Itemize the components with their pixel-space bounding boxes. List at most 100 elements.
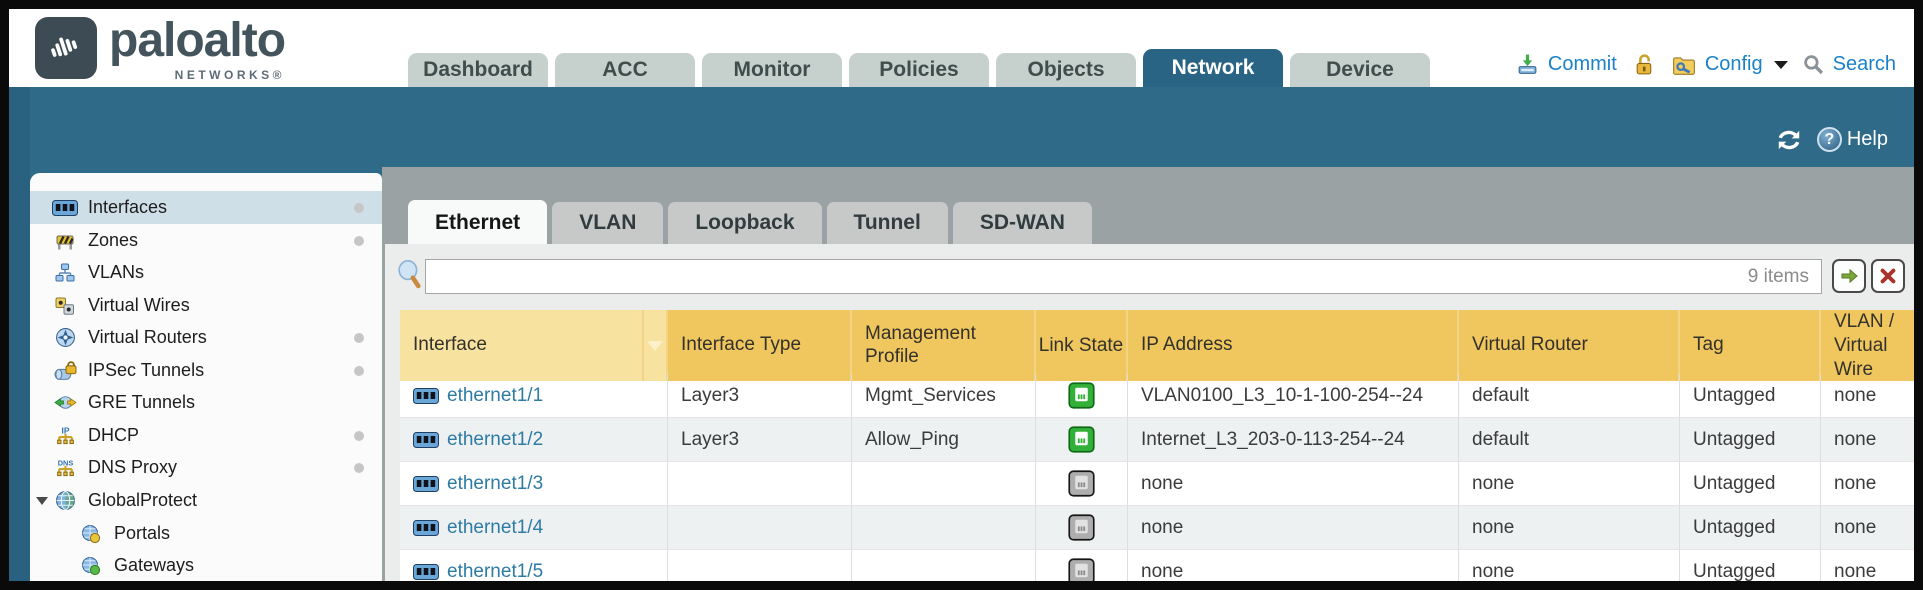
sidebar-item-dhcp[interactable]: IP DHCP (30, 419, 382, 452)
sidebar-item-label: Gateways (114, 555, 194, 576)
ethernet-port-icon (413, 432, 439, 448)
sidebar-item-gateways[interactable]: Gateways (30, 549, 382, 581)
cell-ip-address: none (1128, 506, 1459, 550)
cell-management-profile: Allow_Ping (852, 418, 1036, 462)
interface-link[interactable]: ethernet1/3 (413, 473, 543, 495)
sidebar-item-ipsec-tunnels[interactable]: IPSec Tunnels (30, 354, 382, 387)
app-frame: paloalto NETWORKS® Dashboard ACC Monitor… (0, 0, 1923, 590)
interface-link[interactable]: ethernet1/1 (413, 385, 543, 407)
sidebar-item-label: DNS Proxy (88, 457, 177, 478)
cell-vlan-wire: none (1821, 506, 1914, 550)
tunnel-lock-icon (52, 360, 78, 382)
table-row[interactable]: ethernet1/2 Layer3 Allow_Ping Internet_L… (400, 418, 1914, 462)
cell-interface-type: Layer3 (668, 418, 852, 462)
tab-sdwan[interactable]: SD-WAN (953, 202, 1092, 244)
banner-actions: ? Help (1775, 127, 1888, 152)
table-row[interactable]: ethernet1/1 Layer3 Mgmt_Services VLAN010… (400, 374, 1914, 418)
lock-icon[interactable] (1634, 53, 1655, 76)
interface-link[interactable]: ethernet1/5 (413, 561, 543, 582)
help-link[interactable]: ? Help (1817, 127, 1888, 152)
column-header-management-profile[interactable]: Management Profile (852, 310, 1036, 381)
sidebar-item-dns-proxy[interactable]: DNS DNS Proxy (30, 451, 382, 484)
tab-ethernet[interactable]: Ethernet (408, 200, 547, 244)
tab-dashboard[interactable]: Dashboard (408, 53, 548, 87)
tab-acc[interactable]: ACC (555, 53, 695, 87)
commit-button[interactable]: Commit (1548, 53, 1617, 76)
cell-virtual-router: default (1459, 374, 1680, 418)
sort-triangle-icon (647, 341, 663, 351)
sidebar-item-label: IPSec Tunnels (88, 360, 204, 381)
tab-vlan[interactable]: VLAN (552, 202, 663, 244)
cell-ip-address: none (1128, 462, 1459, 506)
column-header-virtual-router[interactable]: Virtual Router (1459, 310, 1680, 381)
interface-name: ethernet1/5 (447, 561, 543, 582)
paloalto-logo: paloalto NETWORKS® (35, 17, 285, 81)
column-header-interface-type[interactable]: Interface Type (668, 310, 852, 381)
dns-icon: DNS (52, 457, 78, 479)
sidebar-item-gre-tunnels[interactable]: GRE Tunnels (30, 386, 382, 419)
tab-monitor[interactable]: Monitor (702, 53, 842, 87)
tab-network[interactable]: Network (1143, 49, 1283, 87)
commit-icon[interactable] (1516, 53, 1539, 76)
globe-shield-icon (52, 490, 78, 512)
tab-objects[interactable]: Objects (996, 53, 1136, 87)
column-header-ip-address[interactable]: IP Address (1128, 310, 1459, 381)
network-sidebar: Interfaces Zones VLANs Virtual Wires (30, 173, 382, 581)
search-icon[interactable] (1803, 54, 1824, 75)
cell-link-state (1036, 374, 1128, 418)
cell-interface-type (668, 550, 852, 581)
brand-subtitle: NETWORKS® (109, 69, 285, 81)
router-compass-icon (52, 327, 78, 349)
tab-policies[interactable]: Policies (849, 53, 989, 87)
sidebar-item-globalprotect[interactable]: GlobalProtect (30, 484, 382, 517)
cell-ip-address: VLAN0100_L3_10-1-100-254--24 (1128, 374, 1459, 418)
interface-link[interactable]: ethernet1/4 (413, 517, 543, 539)
sidebar-item-label: Virtual Wires (88, 295, 190, 316)
table-row[interactable]: ethernet1/5 none none Untagged none (400, 550, 1914, 581)
teal-banner (9, 87, 1914, 167)
link-state-icon (1068, 382, 1095, 409)
tab-loopback[interactable]: Loopback (668, 202, 821, 244)
refresh-icon[interactable] (1775, 128, 1803, 152)
left-edge-strip (9, 87, 30, 581)
table-row[interactable]: ethernet1/4 none none Untagged none (400, 506, 1914, 550)
collapse-triangle-icon[interactable] (36, 497, 48, 505)
column-header-interface[interactable]: Interface (400, 310, 644, 381)
sidebar-item-vlans[interactable]: VLANs (30, 256, 382, 289)
help-label: Help (1847, 128, 1888, 151)
config-icon[interactable] (1672, 54, 1696, 76)
sidebar-item-virtual-wires[interactable]: Virtual Wires (30, 289, 382, 322)
search-button[interactable]: Search (1833, 53, 1896, 76)
chevron-down-icon[interactable] (1774, 61, 1788, 69)
link-state-icon (1068, 558, 1095, 581)
cell-management-profile (852, 462, 1036, 506)
sidebar-item-label: Zones (88, 230, 138, 251)
column-header-vlan-wire[interactable]: VLAN / Virtual Wire (1821, 310, 1914, 381)
table-header: Interface Interface Type Management Prof… (400, 310, 1914, 374)
apply-filter-button[interactable] (1832, 259, 1866, 293)
column-header-link-state[interactable]: Link State (1036, 310, 1128, 381)
filter-input[interactable] (425, 259, 1822, 294)
status-dot (354, 203, 364, 213)
clear-filter-button[interactable] (1871, 259, 1905, 293)
help-icon: ? (1817, 127, 1842, 152)
sidebar-item-portals[interactable]: Portals (30, 517, 382, 550)
tab-tunnel[interactable]: Tunnel (827, 202, 948, 244)
link-state-icon (1068, 470, 1095, 497)
column-sort-dropdown[interactable] (644, 310, 668, 381)
sidebar-item-interfaces[interactable]: Interfaces (30, 191, 382, 224)
top-actions: Commit Config Search (1516, 53, 1896, 76)
column-header-tag[interactable]: Tag (1680, 310, 1821, 381)
interface-link[interactable]: ethernet1/2 (413, 429, 543, 451)
sidebar-item-virtual-routers[interactable]: Virtual Routers (30, 321, 382, 354)
sidebar-item-zones[interactable]: Zones (30, 224, 382, 257)
tab-device[interactable]: Device (1290, 53, 1430, 87)
cell-vlan-wire: none (1821, 462, 1914, 506)
status-dot (354, 431, 364, 441)
status-dot (354, 333, 364, 343)
status-dot (354, 366, 364, 376)
ethernet-port-icon (413, 520, 439, 536)
status-dot (354, 236, 364, 246)
config-menu[interactable]: Config (1705, 53, 1763, 76)
table-row[interactable]: ethernet1/3 none none Untagged none (400, 462, 1914, 506)
